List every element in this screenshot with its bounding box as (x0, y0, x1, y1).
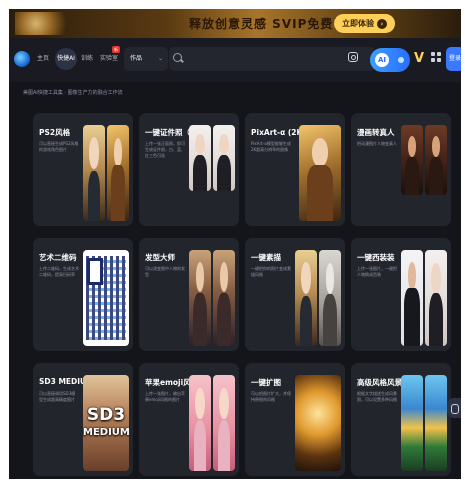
nav-item-quick-ai[interactable]: 快捷AI (55, 48, 77, 70)
support-chat-icon[interactable] (447, 398, 461, 418)
apps-grid-icon[interactable] (431, 52, 441, 62)
camera-icon[interactable] (348, 52, 358, 62)
card-image (401, 375, 423, 471)
chevron-down-icon: ⌄ (157, 55, 163, 62)
card-image (425, 125, 447, 195)
card-title: 一键扩图 (251, 378, 281, 387)
search-bar[interactable] (169, 47, 375, 71)
card-title: 艺术二维码 (39, 253, 77, 262)
card-description: 可以把图片扩大，并保持原图的风格 (251, 391, 291, 402)
login-button[interactable]: 登录 (446, 47, 461, 71)
banner-cta-label: 立即体验 (342, 19, 374, 28)
vip-mark: V (414, 51, 425, 66)
tool-card-sd3[interactable]: SD3 MEDIUM 可以直接调用SD3模型生成超高精度图片 SD3 MEDIU… (33, 363, 133, 476)
card-description: 一键把你的照片变成素描风格 (251, 266, 291, 277)
status-dot-icon (398, 57, 404, 63)
card-image (83, 250, 129, 346)
card-image (425, 250, 447, 346)
card-description: 上传一张图片，输出苹果emoji风格的图片 (145, 391, 185, 402)
tool-card-art-qr[interactable]: 艺术二维码 上传二维码，生成艺术二维码，提高扫码率 (33, 238, 133, 351)
card-title: 漫画转真人 (357, 128, 395, 137)
category-dropdown[interactable]: 作品 ⌄ (124, 47, 168, 71)
card-image (401, 125, 423, 195)
tool-card-anime-to-real[interactable]: 漫画转真人 把动漫图片人物变真人 (351, 113, 451, 226)
card-image (189, 125, 211, 191)
card-description: 上传一张正面照，即可生成证件照，白、蓝、红三色可选 (145, 141, 185, 158)
card-description: 根据文字描述生成风景照，可以设置多种风格 (357, 391, 397, 402)
nav-item-lab[interactable]: 实验室 (100, 53, 118, 62)
card-description: PixArt-α模型能够生成2K超高分辨率的图像 (251, 141, 291, 152)
card-image (425, 375, 447, 471)
banner-decoration (15, 12, 85, 35)
card-title: 高级风格风景照 (357, 378, 407, 387)
card-image (319, 250, 341, 346)
search-icon (173, 53, 182, 62)
card-title: PS2风格 (39, 128, 71, 137)
banner-cta-button[interactable]: 立即体验 › (334, 14, 395, 33)
tool-card-emoji[interactable]: 苹果emoji风格 上传一张图片，输出苹果emoji风格的图片 (139, 363, 239, 476)
card-description: 把动漫图片人物变真人 (357, 141, 397, 146)
tool-card-id-photo[interactable]: 一键证件照（女... 上传一张正面照，即可生成证件照，白、蓝、红三色可选 (139, 113, 239, 226)
nav-item-train[interactable]: 训练 (81, 53, 93, 62)
card-image (299, 125, 341, 221)
card-description: 上传二维码，生成艺术二维码，提高扫码率 (39, 266, 79, 277)
promo-banner[interactable]: 释放创意灵感 SVIP免费试用! 立即体验 › (9, 9, 461, 38)
vip-icon[interactable]: V (414, 51, 428, 67)
top-nav: 主页 快捷AI 训练 实验室 新 作品 ⌄ AI V 登录 (9, 38, 461, 82)
page-subtitle: 美图AI快捷工具集 · 图像生产力的融合工作流 (23, 90, 123, 96)
tool-card-landscape[interactable]: 高级风格风景照 根据文字描述生成风景照，可以设置多种风格 (351, 363, 451, 476)
card-title: 一键素描 (251, 253, 281, 262)
ai-assistant-button[interactable]: AI (370, 48, 410, 72)
card-description: 可以直接生成PS2风格的游戏角色图片 (39, 141, 79, 152)
nav-item-home[interactable]: 主页 (37, 53, 49, 62)
tool-card-sketch[interactable]: 一键素描 一键把你的照片变成素描风格 (245, 238, 345, 351)
new-badge: 新 (112, 46, 120, 53)
sd3-line-2: MEDIUM (83, 427, 129, 438)
card-description: 上传一张图片，一键把人物换成西装 (357, 266, 397, 277)
dropdown-value: 作品 (130, 55, 143, 62)
tool-card-suit[interactable]: 一键西装装 上传一张图片，一键把人物换成西装 (351, 238, 451, 351)
card-image (213, 375, 235, 471)
tool-card-ps2[interactable]: PS2风格 可以直接生成PS2风格的游戏角色图片 (33, 113, 133, 226)
card-title: 一键西装装 (357, 253, 395, 262)
card-title: 苹果emoji风格 (145, 378, 195, 387)
card-image (189, 375, 211, 471)
card-description: 可以直接调用SD3模型生成超高精度图片 (39, 391, 76, 402)
search-input[interactable] (184, 52, 354, 66)
card-image: SD3 MEDIUM (83, 375, 129, 471)
app-window: 释放创意灵感 SVIP免费试用! 立即体验 › 主页 快捷AI 训练 实验室 新 … (9, 9, 461, 479)
card-image (83, 125, 105, 221)
arrow-right-icon: › (377, 19, 387, 29)
logo-icon[interactable] (14, 51, 30, 67)
card-image (189, 250, 211, 346)
card-image (107, 125, 129, 221)
card-image (401, 250, 423, 346)
card-description: 可以改变图中人物的发型 (145, 266, 185, 277)
card-title: 发型大师 (145, 253, 175, 262)
card-image (213, 125, 235, 191)
card-title: SD3 MEDIUM (39, 377, 89, 386)
tool-card-hairstyle[interactable]: 发型大师 可以改变图中人物的发型 (139, 238, 239, 351)
card-title: 一键证件照（女... (145, 128, 195, 137)
sd3-line-1: SD3 (86, 405, 126, 425)
tool-card-outpaint[interactable]: 一键扩图 可以把图片扩大，并保持原图的风格 (245, 363, 345, 476)
card-image (295, 250, 317, 346)
ai-face-icon: AI (375, 53, 389, 67)
card-title: PixArt-α (2K图... (251, 128, 301, 137)
tool-card-pixart[interactable]: PixArt-α (2K图... PixArt-α模型能够生成2K超高分辨率的图… (245, 113, 345, 226)
card-image (213, 250, 235, 346)
card-image (295, 375, 341, 471)
